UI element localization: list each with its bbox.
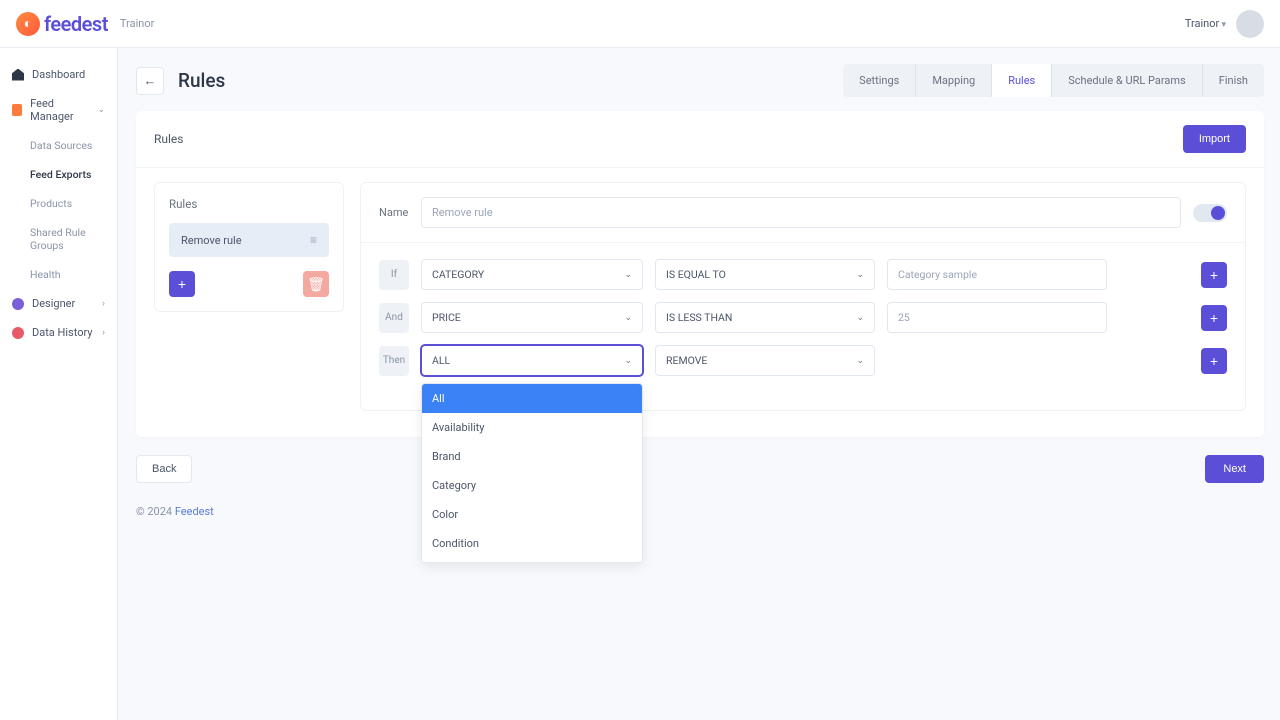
sidebar-item-products[interactable]: Products <box>0 189 117 218</box>
dropdown-option[interactable]: Brand <box>422 442 642 471</box>
designer-icon <box>12 298 24 310</box>
page-title: Rules <box>178 69 225 92</box>
if-operator-select[interactable]: IS EQUAL TO ⌄ <box>655 259 875 290</box>
rule-editor: Name Remove rule If CATEGORY ⌄ <box>360 182 1246 411</box>
back-button[interactable]: ← <box>136 67 164 95</box>
rule-item-label: Remove rule <box>181 234 242 247</box>
sidebar-label: Dashboard <box>32 68 85 81</box>
logo-icon: ◐ <box>16 12 40 36</box>
dropdown-option[interactable]: All <box>422 384 642 413</box>
chevron-down-icon: ⌄ <box>856 356 864 366</box>
add-condition-button[interactable]: + <box>1201 305 1227 331</box>
home-icon <box>12 69 24 81</box>
chevron-down-icon: ⌄ <box>856 270 864 280</box>
import-button[interactable]: Import <box>1183 125 1246 153</box>
avatar[interactable] <box>1236 10 1264 38</box>
if-field-select[interactable]: CATEGORY ⌄ <box>421 259 643 290</box>
sidebar: Dashboard Feed Manager ⌄ Data Sources Fe… <box>0 48 118 720</box>
add-action-button[interactable]: + <box>1201 348 1227 374</box>
chevron-down-icon: ⌄ <box>97 105 105 115</box>
then-action-select[interactable]: REMOVE ⌄ <box>655 345 875 376</box>
name-label: Name <box>379 206 409 219</box>
sidebar-label: Designer <box>32 297 75 310</box>
and-value-input[interactable]: 25 <box>887 302 1107 333</box>
dropdown-option[interactable]: Category <box>422 471 642 500</box>
rules-card: Rules Import Rules Remove rule ≡ + 🗑 <box>136 111 1264 437</box>
sidebar-item-designer[interactable]: Designer › <box>0 289 117 318</box>
card-title: Rules <box>154 132 183 146</box>
user-menu[interactable]: Trainor <box>1185 17 1226 30</box>
sidebar-item-shared-rule-groups[interactable]: Shared Rule Groups <box>0 218 117 260</box>
add-condition-button[interactable]: + <box>1201 262 1227 288</box>
condition-row-and: And PRICE ⌄ IS LESS THAN ⌄ 25 + <box>379 302 1227 333</box>
history-icon <box>12 327 24 339</box>
condition-row-if: If CATEGORY ⌄ IS EQUAL TO ⌄ Category sam… <box>379 259 1227 290</box>
rule-name-input[interactable]: Remove rule <box>421 197 1181 228</box>
copyright: © 2024 Feedest <box>136 505 1264 518</box>
if-value-input[interactable]: Category sample <box>887 259 1107 290</box>
logo[interactable]: ◐ feedest Trainor <box>16 12 154 36</box>
tabs: Settings Mapping Rules Schedule & URL Pa… <box>843 64 1264 97</box>
brand-link[interactable]: Feedest <box>175 505 214 518</box>
if-label: If <box>379 260 409 290</box>
chevron-down-icon: ⌄ <box>624 270 632 280</box>
back-step-button[interactable]: Back <box>136 455 192 483</box>
rules-list-title: Rules <box>169 197 329 211</box>
topbar: ◐ feedest Trainor Trainor <box>0 0 1280 48</box>
next-step-button[interactable]: Next <box>1205 455 1264 483</box>
then-field-select[interactable]: ALL ⌄ <box>421 345 643 376</box>
and-label: And <box>379 303 409 333</box>
sidebar-item-feed-exports[interactable]: Feed Exports <box>0 160 117 189</box>
sidebar-item-feed-manager[interactable]: Feed Manager ⌄ <box>0 89 117 131</box>
sidebar-item-dashboard[interactable]: Dashboard <box>0 60 117 89</box>
tab-schedule-url-params[interactable]: Schedule & URL Params <box>1052 64 1203 97</box>
sidebar-item-health[interactable]: Health <box>0 260 117 289</box>
sidebar-item-data-history[interactable]: Data History › <box>0 318 117 347</box>
condition-row-then: Then ALL ⌄ REMOVE ⌄ + <box>379 345 1227 376</box>
logo-text: feedest <box>44 12 108 36</box>
dropdown-option[interactable]: Color <box>422 500 642 529</box>
rules-list-panel: Rules Remove rule ≡ + 🗑 <box>154 182 344 312</box>
sidebar-item-data-sources[interactable]: Data Sources <box>0 131 117 160</box>
drag-handle-icon[interactable]: ≡ <box>310 233 317 247</box>
sidebar-label: Data History <box>32 326 93 339</box>
rule-list-item[interactable]: Remove rule ≡ <box>169 223 329 257</box>
add-rule-button[interactable]: + <box>169 271 195 297</box>
footer-actions: Back Next <box>136 455 1264 483</box>
sidebar-label: Feed Manager <box>30 97 89 123</box>
then-field-dropdown: All Availability Brand Category Color Co… <box>421 383 643 563</box>
tab-finish[interactable]: Finish <box>1203 64 1264 97</box>
logo-sub: Trainor <box>120 17 154 30</box>
tab-rules[interactable]: Rules <box>992 64 1052 97</box>
chevron-down-icon: ⌄ <box>624 356 632 366</box>
delete-rule-button[interactable]: 🗑 <box>303 271 329 297</box>
rule-enabled-toggle[interactable] <box>1193 204 1227 222</box>
dropdown-option[interactable]: Description <box>422 558 642 563</box>
tab-mapping[interactable]: Mapping <box>916 64 992 97</box>
chevron-down-icon: ⌄ <box>624 313 632 323</box>
chevron-right-icon: › <box>102 299 105 309</box>
and-operator-select[interactable]: IS LESS THAN ⌄ <box>655 302 875 333</box>
main: ← Rules Settings Mapping Rules Schedule … <box>118 48 1280 720</box>
feed-icon <box>12 104 22 116</box>
dropdown-option[interactable]: Availability <box>422 413 642 442</box>
then-label: Then <box>379 346 409 376</box>
dropdown-option[interactable]: Condition <box>422 529 642 558</box>
chevron-right-icon: › <box>102 328 105 338</box>
and-field-select[interactable]: PRICE ⌄ <box>421 302 643 333</box>
tab-settings[interactable]: Settings <box>843 64 916 97</box>
chevron-down-icon: ⌄ <box>856 313 864 323</box>
